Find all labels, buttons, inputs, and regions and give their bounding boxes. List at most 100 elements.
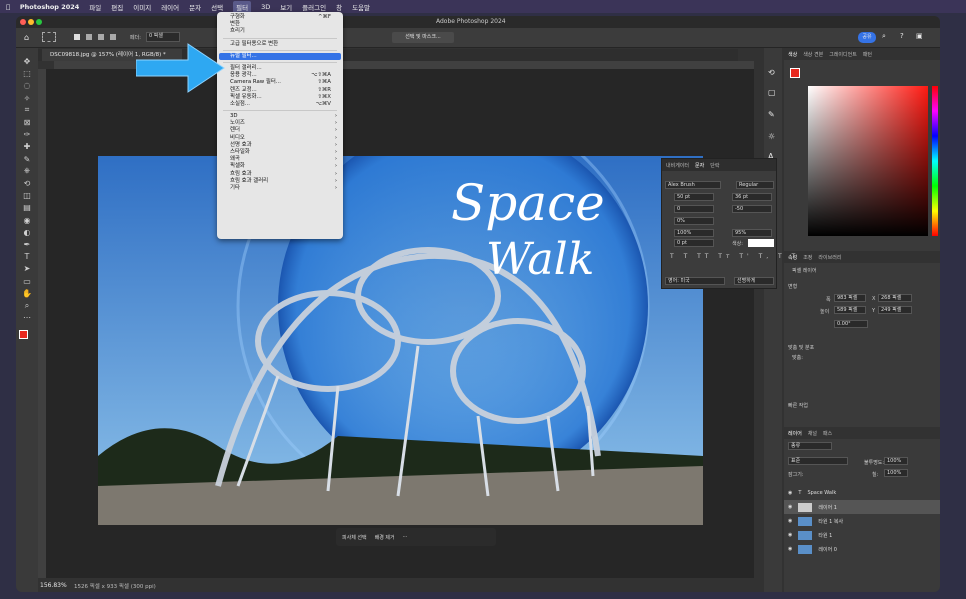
- opacity-input[interactable]: 100%: [884, 457, 908, 465]
- layer-row[interactable]: ◉ 레이어 0: [784, 542, 940, 556]
- home-icon[interactable]: ⌂: [24, 33, 29, 42]
- frame-icon[interactable]: ⊠: [19, 117, 35, 128]
- antialias-select[interactable]: 선명하게: [734, 277, 774, 285]
- foreground-color-swatch[interactable]: [19, 330, 28, 339]
- stamp-icon[interactable]: ⎈: [19, 166, 35, 177]
- zoom-icon[interactable]: ⌕: [19, 300, 35, 311]
- eraser-icon[interactable]: ◫: [19, 190, 35, 201]
- move-icon[interactable]: ✥: [19, 56, 35, 67]
- foreground-color-swatch[interactable]: [790, 68, 800, 78]
- maximize-window-button[interactable]: [36, 19, 42, 25]
- font-family-select[interactable]: Alex Brush: [665, 181, 721, 189]
- select-and-mask-button[interactable]: 선택 및 마스크...: [392, 32, 454, 43]
- tracking-input[interactable]: -50: [732, 205, 772, 213]
- intersect-selection-icon[interactable]: [110, 34, 116, 40]
- close-window-button[interactable]: [20, 19, 26, 25]
- filter-menu-item[interactable]: 소실점... ⌥⌘V: [217, 101, 343, 108]
- layer-filter-select[interactable]: 종류: [788, 442, 832, 450]
- brush-settings-icon[interactable]: ✎: [768, 110, 775, 119]
- more-options-icon[interactable]: ···: [403, 534, 408, 540]
- panel-tab[interactable]: 조정: [803, 254, 812, 261]
- new-selection-icon[interactable]: [74, 34, 80, 40]
- quick-select-icon[interactable]: ✧: [19, 93, 35, 104]
- filter-menu-item[interactable]: 픽셀 유동화... ⇧⌘X: [217, 94, 343, 101]
- filter-menu-item[interactable]: 선명 효과 ›: [217, 142, 343, 149]
- shape-icon[interactable]: ▭: [19, 276, 35, 287]
- fill-input[interactable]: 100%: [884, 469, 908, 477]
- panel-tab[interactable]: 그레이디언트: [829, 51, 857, 58]
- font-size-input[interactable]: 50 pt: [674, 193, 714, 201]
- lasso-icon[interactable]: ◌: [19, 80, 35, 91]
- y-input[interactable]: 249 픽셀: [878, 306, 912, 314]
- healing-icon[interactable]: ✚: [19, 141, 35, 152]
- filter-menu-item[interactable]: 고급 필터용으로 변환: [217, 41, 343, 48]
- canvas-area[interactable]: Space Walk: [46, 69, 754, 579]
- feather-input[interactable]: 0 픽셀: [146, 32, 180, 42]
- history-brush-icon[interactable]: ⟲: [19, 178, 35, 189]
- panel-tab[interactable]: 레이어: [788, 430, 802, 437]
- share-button[interactable]: 공유: [858, 32, 876, 43]
- text-style-buttons[interactable]: T T TT Tт T' T, T T: [670, 253, 799, 260]
- x-input[interactable]: 268 픽셀: [878, 294, 912, 302]
- layer-row[interactable]: ◉ 타원 1 복사: [784, 514, 940, 528]
- panel-tab[interactable]: 패턴: [863, 51, 872, 58]
- panel-tab[interactable]: 채널: [808, 430, 817, 437]
- search-icon[interactable]: ⌕: [882, 32, 886, 41]
- menu-5[interactable]: 선택: [211, 2, 223, 12]
- menu-9[interactable]: 플러그인: [302, 2, 326, 12]
- eyedropper-icon[interactable]: ✑: [19, 129, 35, 140]
- baseline-shift-input[interactable]: 0 pt: [674, 239, 714, 247]
- filter-menu-item[interactable]: 흐림 효과 갤러리 ›: [217, 178, 343, 185]
- kerning-input[interactable]: 0: [674, 205, 714, 213]
- filter-menu-item[interactable]: Camera Raw 필터... ⇧⌘A: [217, 79, 343, 86]
- apple-icon[interactable]: : [6, 3, 10, 11]
- crop-icon[interactable]: ⌗: [19, 105, 35, 116]
- menu-4[interactable]: 문자: [189, 2, 201, 12]
- menu-10[interactable]: 창: [336, 2, 342, 12]
- panel-tab[interactable]: 패스: [823, 430, 832, 437]
- more-tools-icon[interactable]: ⋯: [19, 312, 35, 323]
- tsume-input[interactable]: 0%: [674, 217, 714, 225]
- menu-6[interactable]: 필터: [233, 0, 252, 13]
- filter-menu-item[interactable]: 기타 ›: [217, 185, 343, 192]
- add-selection-icon[interactable]: [86, 34, 92, 40]
- angle-input[interactable]: 0.00°: [834, 320, 868, 328]
- panel-tab[interactable]: 내비게이터: [666, 162, 689, 169]
- text-color-swatch[interactable]: [748, 239, 774, 247]
- subtract-selection-icon[interactable]: [98, 34, 104, 40]
- eye-icon[interactable]: ◉: [788, 532, 792, 538]
- blend-mode-select[interactable]: 표준: [788, 457, 848, 465]
- layer-row[interactable]: ◉ 타원 1: [784, 528, 940, 542]
- photo-artwork[interactable]: [98, 156, 703, 525]
- workspace-icon[interactable]: ▣: [916, 32, 923, 40]
- eye-icon[interactable]: ◉: [788, 504, 792, 510]
- menu-2[interactable]: 이미지: [133, 2, 151, 12]
- adjustments-icon[interactable]: ☼: [768, 132, 775, 141]
- filter-menu-item[interactable]: 렌더 ›: [217, 127, 343, 134]
- filter-menu-item[interactable]: 흐리기: [217, 28, 343, 35]
- pen-icon[interactable]: ✒: [19, 239, 35, 250]
- vertical-scale-input[interactable]: 100%: [674, 229, 714, 237]
- filter-menu-item[interactable]: 픽셀화 ›: [217, 163, 343, 170]
- panel-tab[interactable]: 단락: [710, 162, 719, 169]
- comments-icon[interactable]: ▢: [768, 88, 776, 97]
- quick-actions-section[interactable]: 빠른 작업: [788, 402, 808, 409]
- menu-0[interactable]: 파일: [89, 2, 101, 12]
- panel-tab[interactable]: 색상: [788, 51, 797, 58]
- eye-icon[interactable]: ◉: [788, 546, 792, 552]
- filter-menu-item[interactable]: 흐림 효과 ›: [217, 171, 343, 178]
- height-input[interactable]: 589 픽셀: [834, 306, 866, 314]
- color-picker-field[interactable]: [808, 86, 928, 236]
- menu-7[interactable]: 3D: [261, 3, 270, 11]
- width-input[interactable]: 983 픽셀: [834, 294, 866, 302]
- layer-row[interactable]: ◉ 레이어 1: [784, 500, 940, 514]
- blur-icon[interactable]: ◉: [19, 215, 35, 226]
- menu-1[interactable]: 편집: [111, 2, 123, 12]
- select-subject-button[interactable]: 피사체 선택: [342, 534, 367, 541]
- panel-tab[interactable]: 문자: [695, 162, 704, 169]
- align-section[interactable]: 맞춤 및 분포: [788, 344, 814, 351]
- gradient-icon[interactable]: ▤: [19, 202, 35, 213]
- brush-icon[interactable]: ✎: [19, 154, 35, 165]
- menu-8[interactable]: 보기: [280, 2, 292, 12]
- transform-section[interactable]: 변형: [788, 283, 797, 290]
